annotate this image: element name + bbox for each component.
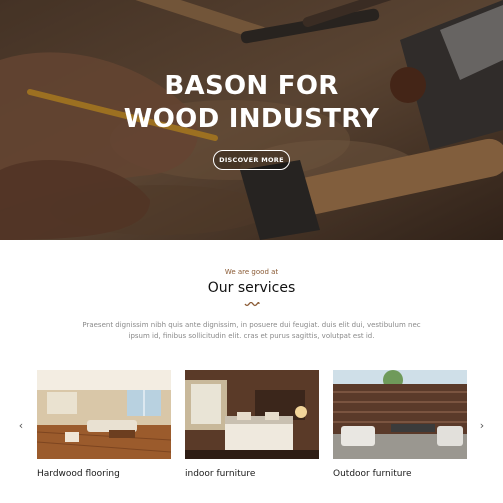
outdoor-furniture-image bbox=[333, 370, 467, 459]
service-card-hardwood-flooring[interactable]: Hardwood flooring bbox=[37, 370, 171, 479]
services-kicker: We are good at bbox=[224, 268, 279, 276]
card-label[interactable]: indoor furniture bbox=[185, 469, 319, 479]
service-card-outdoor-furniture[interactable]: Outdoor furniture bbox=[333, 370, 467, 479]
services-description: Praesent dignissim nibh quis ante dignis… bbox=[82, 321, 421, 340]
hero-banner: BASON FOR WOOD INDUSTRY DISCOVER MORE bbox=[0, 0, 503, 240]
squiggle-divider-icon bbox=[244, 302, 260, 307]
hero-title-line-2: WOOD INDUSTRY bbox=[123, 104, 380, 134]
hardwood-flooring-image bbox=[37, 370, 171, 459]
chevron-left-icon[interactable]: ‹ bbox=[16, 420, 26, 432]
hero-title: BASON FOR WOOD INDUSTRY bbox=[0, 70, 503, 136]
discover-more-button[interactable]: DISCOVER MORE bbox=[213, 150, 290, 170]
card-label[interactable]: Hardwood flooring bbox=[37, 469, 171, 479]
hero-title-line-1: BASON FOR bbox=[164, 71, 339, 101]
indoor-furniture-image bbox=[185, 370, 319, 459]
service-card-indoor-furniture[interactable]: indoor furniture bbox=[185, 370, 319, 479]
chevron-right-icon[interactable]: › bbox=[477, 420, 487, 432]
services-title: Our services bbox=[207, 280, 296, 296]
card-label[interactable]: Outdoor furniture bbox=[333, 469, 467, 479]
